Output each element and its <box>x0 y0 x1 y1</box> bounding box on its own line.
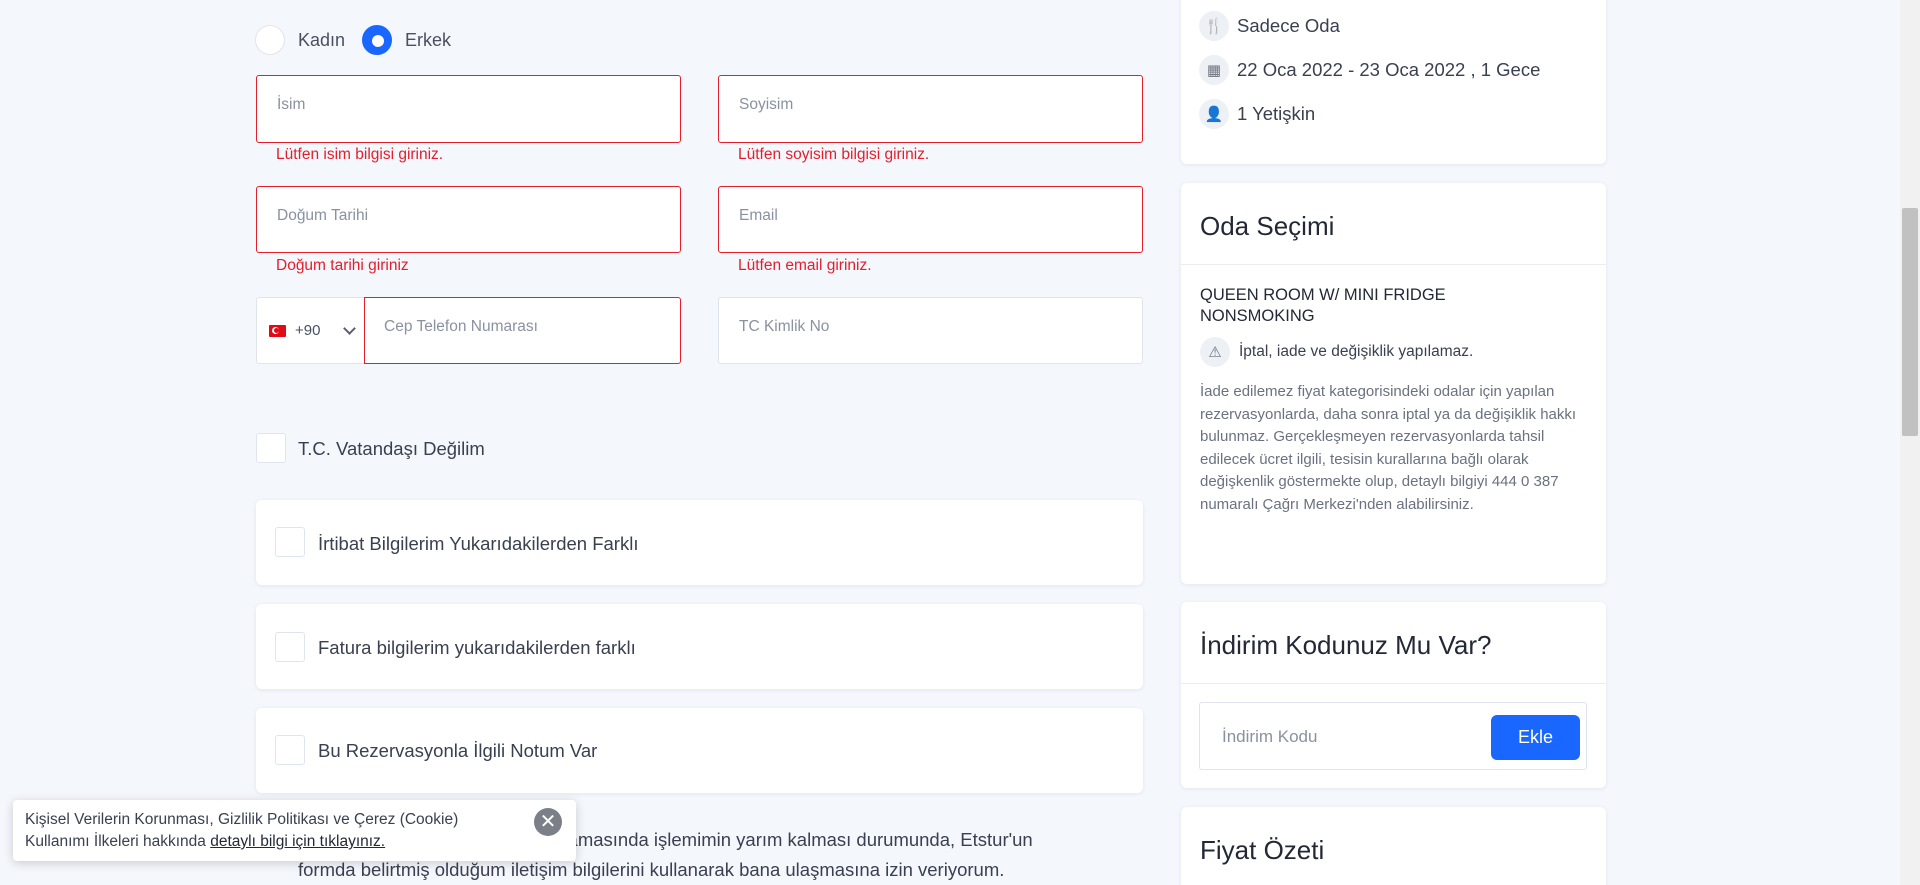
board-type: Sadece Oda <box>1237 15 1340 36</box>
cookie-details-link[interactable]: detaylı bilgi için tıklayınız. <box>210 833 385 850</box>
discount-code-input[interactable]: İndirim Kodu Ekle <box>1199 702 1587 770</box>
gender-male-radio[interactable] <box>362 25 392 55</box>
contact-different-card[interactable]: İrtibat Bilgilerim Yukarıdakilerden Fark… <box>256 500 1143 585</box>
billing-different-checkbox[interactable] <box>275 632 305 662</box>
email-input[interactable]: Email <box>718 186 1143 253</box>
reservation-note-card[interactable]: Bu Rezervasyonla İlgili Notum Var <box>256 708 1143 793</box>
last-name-input[interactable]: Soyisim <box>718 75 1143 143</box>
divider <box>1181 264 1606 265</box>
booking-summary-card: 🍴 Sadece Oda ▦ 22 Oca 2022 - 23 Oca 2022… <box>1181 0 1606 164</box>
country-code-value: +90 <box>295 322 321 339</box>
reservation-note-checkbox[interactable] <box>275 735 305 765</box>
email-placeholder: Email <box>739 207 778 224</box>
cookie-text-prefix: Kullanımı İlkeleri hakkında <box>25 833 206 850</box>
birth-date-placeholder: Doğum Tarihi <box>277 207 369 224</box>
discount-code-placeholder: İndirim Kodu <box>1222 727 1318 746</box>
price-summary-title: Fiyat Özeti <box>1200 835 1325 865</box>
contact-different-label: İrtibat Bilgilerim Yukarıdakilerden Fark… <box>318 533 639 554</box>
calendar-icon: ▦ <box>1199 55 1229 85</box>
first-name-input[interactable]: İsim <box>256 75 681 143</box>
cookie-banner: Kişisel Verilerin Korunması, Gizlilik Po… <box>13 800 576 861</box>
last-name-placeholder: Soyisim <box>739 96 794 113</box>
first-name-error: Lütfen isim bilgisi giriniz. <box>276 146 444 163</box>
phone-placeholder: Cep Telefon Numarası <box>384 318 538 335</box>
billing-different-label: Fatura bilgilerim yukarıdakilerden farkl… <box>318 637 636 658</box>
not-citizen-checkbox[interactable] <box>256 433 286 463</box>
warning-triangle-icon: ⚠ <box>1200 337 1230 367</box>
gender-female-label: Kadın <box>298 30 346 50</box>
last-name-error: Lütfen soyisim bilgisi giriniz. <box>738 146 930 163</box>
birth-date-error: Doğum tarihi giriniz <box>276 257 409 274</box>
birth-date-input[interactable]: Doğum Tarihi <box>256 186 681 253</box>
consent-text-line2: formda belirtmiş olduğum iletişim bilgil… <box>298 859 1005 880</box>
tc-id-input[interactable]: TC Kimlik No <box>718 297 1143 364</box>
first-name-placeholder: İsim <box>277 96 306 113</box>
page-scrollbar-track[interactable] <box>1900 0 1920 885</box>
cancellation-policy-text: İade edilemez fiyat kategorisindeki odal… <box>1200 383 1577 513</box>
email-error: Lütfen email giriniz. <box>738 257 872 274</box>
gender-female-radio[interactable] <box>255 25 285 55</box>
divider <box>1181 683 1606 684</box>
not-citizen-label: T.C. Vatandaşı Değilim <box>298 438 485 459</box>
price-summary-card: Fiyat Özeti <box>1181 807 1606 885</box>
page-scrollbar-thumb[interactable] <box>1902 208 1918 436</box>
discount-title: İndirim Kodunuz Mu Var? <box>1200 630 1492 660</box>
person-icon: 👤 <box>1199 99 1229 129</box>
cancellation-warning: İptal, iade ve değişiklik yapılamaz. <box>1239 343 1474 360</box>
tc-id-placeholder: TC Kimlik No <box>739 318 830 335</box>
phone-input[interactable]: Cep Telefon Numarası <box>364 297 681 364</box>
consent-text-line1: aşamasında işlemimin yarım kalması durum… <box>548 829 1033 850</box>
cookie-text-line2: Kullanımı İlkeleri hakkında detaylı bilg… <box>25 833 385 851</box>
gender-male-label: Erkek <box>405 30 452 50</box>
billing-different-card[interactable]: Fatura bilgilerim yukarıdakilerden farkl… <box>256 604 1143 689</box>
country-code-select[interactable]: +90 <box>256 297 364 364</box>
reservation-note-label: Bu Rezervasyonla İlgili Notum Var <box>318 740 598 761</box>
cutlery-icon: 🍴 <box>1199 11 1229 41</box>
stay-dates: 22 Oca 2022 - 23 Oca 2022 , 1 Gece <box>1237 59 1541 80</box>
contact-different-checkbox[interactable] <box>275 527 305 557</box>
turkey-flag-icon <box>269 325 286 337</box>
apply-discount-button[interactable]: Ekle <box>1491 715 1580 760</box>
chevron-down-icon <box>343 322 356 335</box>
room-name: QUEEN ROOM W/ MINI FRIDGE NONSMOKING <box>1200 286 1446 325</box>
room-selection-title: Oda Seçimi <box>1200 211 1335 241</box>
cookie-text-line1: Kişisel Verilerin Korunması, Gizlilik Po… <box>25 811 459 828</box>
close-icon[interactable]: ✕ <box>534 808 562 836</box>
room-selection-card: Oda Seçimi QUEEN ROOM W/ MINI FRIDGE NON… <box>1181 183 1606 584</box>
guest-count: 1 Yetişkin <box>1237 103 1316 124</box>
